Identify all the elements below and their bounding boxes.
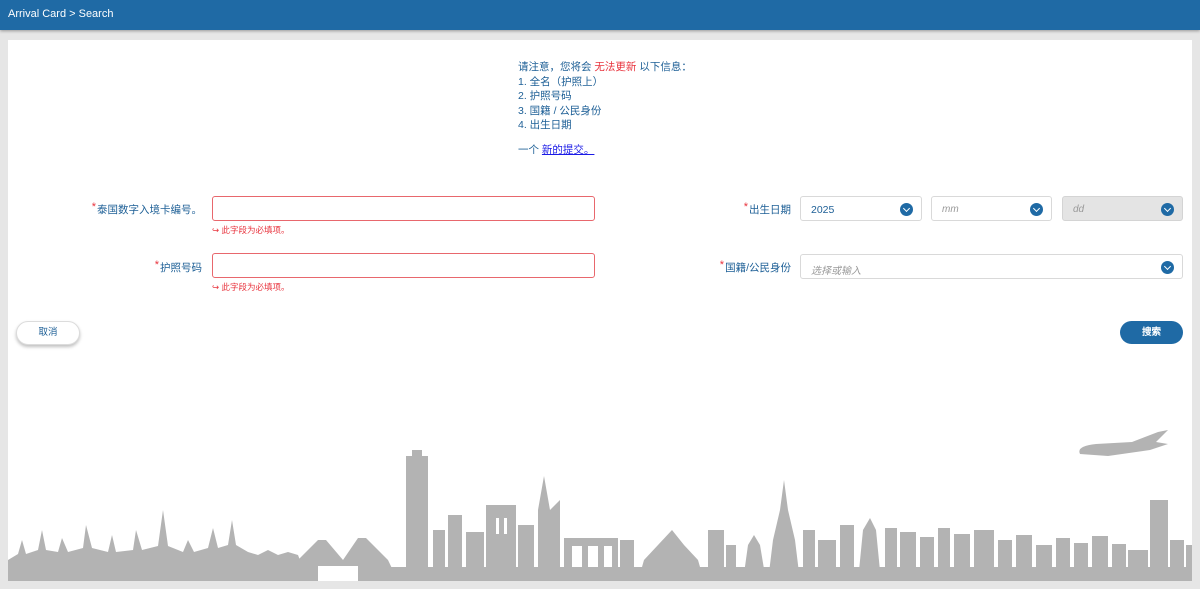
new-submission-link[interactable]: 新的提交。 [542, 144, 595, 156]
passport-error: ↪ 此字段为必填项。 [212, 282, 290, 292]
nationality-select[interactable]: 选择或输入 [800, 254, 1183, 279]
notice-warning: 无法更新 [594, 61, 637, 73]
required-mark: * [154, 259, 159, 271]
card-number-input[interactable] [212, 196, 595, 221]
passport-label: *护照号码 [154, 259, 202, 274]
passport-input[interactable] [212, 253, 595, 278]
card-number-error: ↪ 此字段为必填项。 [212, 225, 290, 235]
chevron-down-icon [1161, 261, 1174, 274]
card-number-label: *泰国数字入境卡编号。 [91, 201, 202, 216]
dob-label: *出生日期 [743, 201, 791, 216]
dob-month-select[interactable]: mm [931, 196, 1052, 221]
nationality-label: *国籍/公民身份 [719, 259, 791, 274]
breadcrumb[interactable]: Arrival Card > Search [8, 8, 113, 20]
update-notice: 请注意，您将会 无法更新 以下信息： 1. 全名（护照上） 2. 护照号码 3.… [518, 60, 692, 158]
search-button[interactable]: 搜索 [1120, 321, 1183, 344]
required-mark: * [91, 201, 96, 213]
notice-item: 3. 国籍 / 公民身份 [518, 104, 602, 117]
dob-year-select[interactable]: 2025 [800, 196, 922, 221]
search-panel: 请注意，您将会 无法更新 以下信息： 1. 全名（护照上） 2. 护照号码 3.… [8, 40, 1192, 581]
notice-item: 4. 出生日期 [518, 119, 572, 132]
resubmit-line: 一个 新的提交。 [518, 143, 595, 156]
cancel-button[interactable]: 取消 [16, 321, 80, 345]
required-mark: * [743, 201, 748, 213]
top-bar: Arrival Card > Search [0, 0, 1200, 30]
notice-item: 1. 全名（护照上） [518, 75, 604, 88]
dob-day-select: dd [1062, 196, 1183, 221]
chevron-down-icon [1161, 203, 1174, 216]
required-mark: * [719, 259, 725, 271]
notice-item: 2. 护照号码 [518, 90, 572, 103]
chevron-down-icon [900, 203, 913, 216]
chevron-down-icon [1030, 203, 1043, 216]
notice-intro: 请注意，您将会 无法更新 以下信息： [518, 61, 692, 73]
